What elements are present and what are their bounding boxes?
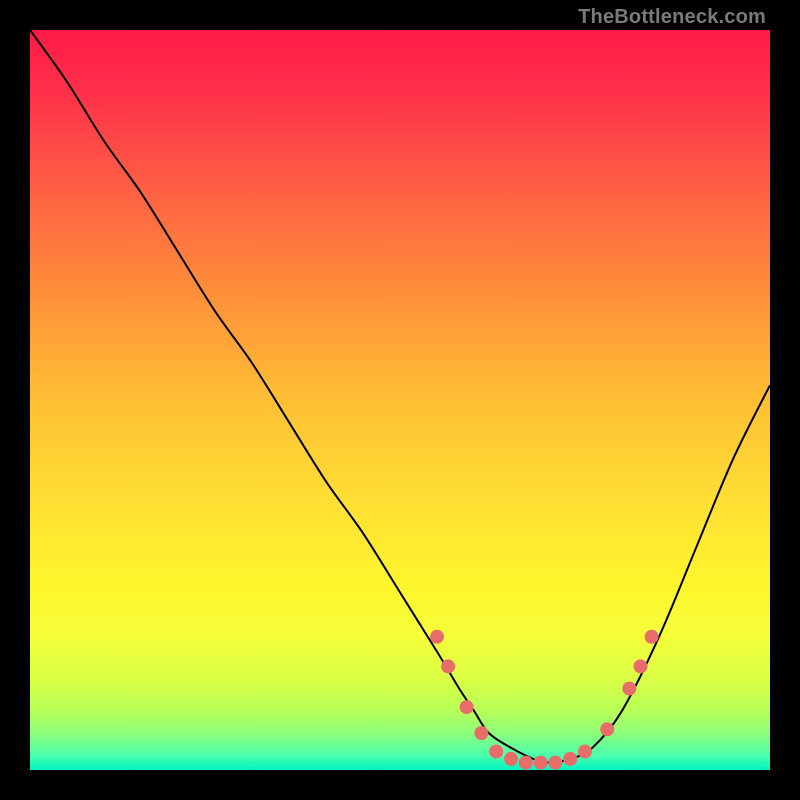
data-point bbox=[548, 756, 562, 770]
data-point bbox=[622, 682, 636, 696]
data-point bbox=[645, 630, 659, 644]
data-point bbox=[563, 752, 577, 766]
data-point bbox=[489, 745, 503, 759]
data-point bbox=[578, 745, 592, 759]
data-point bbox=[534, 756, 548, 770]
data-point bbox=[519, 756, 533, 770]
data-point bbox=[460, 700, 474, 714]
data-point bbox=[634, 659, 648, 673]
data-point bbox=[504, 752, 518, 766]
data-point bbox=[430, 630, 444, 644]
chart-frame: TheBottleneck.com bbox=[0, 0, 800, 800]
data-points-group bbox=[430, 630, 659, 770]
bottleneck-curve bbox=[30, 30, 770, 763]
data-point bbox=[600, 722, 614, 736]
watermark-text: TheBottleneck.com bbox=[578, 6, 766, 29]
data-point bbox=[474, 726, 488, 740]
curve-group bbox=[30, 30, 770, 763]
data-point bbox=[441, 659, 455, 673]
chart-svg-layer bbox=[30, 30, 770, 770]
